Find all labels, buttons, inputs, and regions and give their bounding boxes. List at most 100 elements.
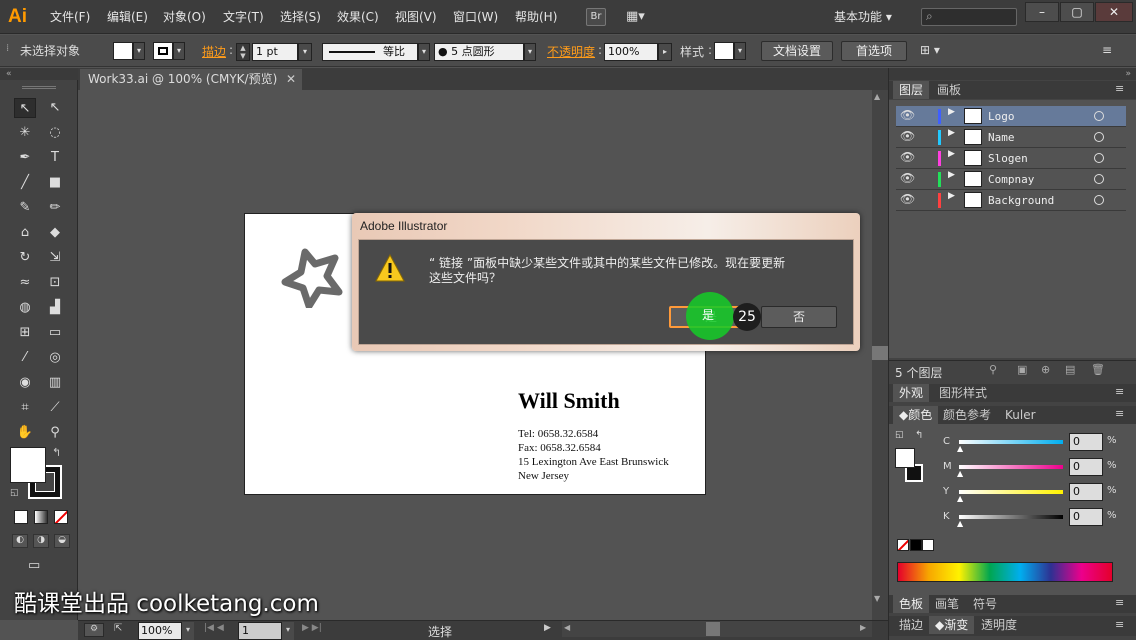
- line-tool-icon[interactable]: ╱: [14, 173, 36, 193]
- appearance-menu-icon[interactable]: ≡: [1115, 385, 1124, 398]
- default-fill-stroke-icon[interactable]: ◱: [10, 488, 19, 498]
- horizontal-scroll-thumb[interactable]: [706, 622, 720, 636]
- preferences-button[interactable]: 首选项: [841, 41, 907, 61]
- artboard-number-field[interactable]: 1: [238, 622, 282, 640]
- opacity-dropdown-icon[interactable]: ▸: [658, 43, 672, 61]
- layer-row-name[interactable]: 👁 ▶ Name: [896, 127, 1126, 148]
- horizontal-scrollbar[interactable]: ◀ ▶: [562, 621, 872, 637]
- color-panel-menu-icon[interactable]: ≡: [1115, 407, 1124, 420]
- lasso-tool-icon[interactable]: ◌: [44, 123, 66, 143]
- stroke-weight-dropdown-icon[interactable]: ▾: [298, 43, 312, 61]
- tab-color-guide[interactable]: 颜色参考: [937, 406, 997, 424]
- eyedropper-tool-icon[interactable]: ⁄: [14, 348, 36, 368]
- tab-layers[interactable]: 图层: [893, 81, 930, 99]
- cyan-input[interactable]: 0: [1069, 433, 1103, 451]
- search-input[interactable]: ⌕: [921, 8, 1017, 26]
- gradient-tool-icon[interactable]: ▭: [44, 323, 66, 343]
- vertical-scroll-thumb[interactable]: [872, 346, 888, 360]
- perspective-grid-tool-icon[interactable]: ▟: [44, 298, 66, 318]
- expand-arrow-icon[interactable]: ▶: [948, 107, 955, 117]
- status-menu-icon[interactable]: ▶: [544, 623, 551, 633]
- draw-behind-icon[interactable]: ◑: [33, 534, 49, 548]
- target-icon[interactable]: [1094, 153, 1104, 163]
- scale-tool-icon[interactable]: ⇲: [44, 248, 66, 268]
- magenta-input[interactable]: 0: [1069, 458, 1103, 476]
- arrange-documents-icon[interactable]: ▦▾: [626, 9, 652, 25]
- mesh-tool-icon[interactable]: ⊞: [14, 323, 36, 343]
- blob-brush-tool-icon[interactable]: ⌂: [14, 223, 36, 243]
- cyan-slider-handle-icon[interactable]: ▲: [957, 444, 963, 453]
- target-icon[interactable]: [1094, 111, 1104, 121]
- brush-dropdown-icon[interactable]: ▾: [524, 43, 536, 61]
- magic-wand-tool-icon[interactable]: ✳: [14, 123, 36, 143]
- none-mode-icon[interactable]: [54, 510, 68, 524]
- new-sublayer-icon[interactable]: ⊕: [1041, 363, 1050, 376]
- layer-row-compnay[interactable]: 👁 ▶ Compnay: [896, 169, 1126, 190]
- tab-brushes[interactable]: 画笔: [929, 595, 965, 613]
- visibility-eye-icon[interactable]: 👁: [900, 129, 915, 143]
- profile-dropdown-icon[interactable]: ▾: [418, 43, 430, 61]
- visibility-eye-icon[interactable]: 👁: [900, 108, 915, 122]
- selection-tool-icon[interactable]: ↖: [14, 98, 36, 118]
- menu-object[interactable]: 对象(O): [163, 0, 206, 34]
- draw-inside-icon[interactable]: ◒: [54, 534, 70, 548]
- stroke-swatch[interactable]: [153, 42, 173, 60]
- eraser-tool-icon[interactable]: ◆: [44, 223, 66, 243]
- graphic-style-swatch[interactable]: [714, 42, 734, 60]
- tab-appearance[interactable]: 外观: [893, 384, 930, 402]
- workspace-switcher[interactable]: 基本功能 ▾: [834, 0, 892, 34]
- tab-color[interactable]: ◆颜色: [893, 406, 939, 424]
- rectangle-tool-icon[interactable]: ■: [44, 173, 66, 193]
- black-input[interactable]: 0: [1069, 508, 1103, 526]
- magenta-slider-handle-icon[interactable]: ▲: [957, 469, 963, 478]
- menu-window[interactable]: 窗口(W): [453, 0, 498, 34]
- draw-normal-icon[interactable]: ◐: [12, 534, 28, 548]
- status-options-icon[interactable]: ⚙: [84, 623, 104, 637]
- artboard-dropdown-icon[interactable]: ▾: [282, 622, 294, 640]
- layer-name[interactable]: Compnay: [988, 169, 1034, 190]
- cyan-slider[interactable]: [959, 440, 1063, 444]
- panel-menu-icon[interactable]: ≡: [1102, 43, 1112, 57]
- layers-panel-menu-icon[interactable]: ≡: [1115, 82, 1124, 95]
- layer-name[interactable]: Name: [988, 127, 1015, 148]
- opacity-input[interactable]: 100%: [604, 43, 658, 61]
- brush-definition[interactable]: ● 5 点圆形: [434, 43, 524, 61]
- last-artboard-icon[interactable]: ▶ ▶|: [302, 623, 322, 633]
- document-setup-button[interactable]: 文档设置: [761, 41, 833, 61]
- fill-color-box[interactable]: [10, 447, 46, 483]
- layer-name[interactable]: Slogen: [988, 148, 1028, 169]
- tab-gradient[interactable]: ◆渐变: [929, 616, 975, 634]
- hand-tool-icon[interactable]: ✋: [14, 423, 36, 443]
- menu-type[interactable]: 文字(T): [223, 0, 264, 34]
- visibility-eye-icon[interactable]: 👁: [900, 171, 915, 185]
- scroll-right-icon[interactable]: ▶: [860, 623, 866, 632]
- fill-swatch[interactable]: [113, 42, 133, 60]
- swap-fill-stroke-icon[interactable]: ↰: [52, 446, 61, 459]
- layer-row-logo[interactable]: 👁 ▶ Logo: [896, 106, 1126, 127]
- stroke-stepper[interactable]: ▲ ▼: [236, 43, 250, 61]
- tab-swatches[interactable]: 色板: [893, 595, 930, 613]
- expand-arrow-icon[interactable]: ▶: [948, 170, 955, 180]
- color-spectrum-bar[interactable]: [897, 562, 1113, 582]
- close-tab-icon[interactable]: ✕: [286, 69, 296, 90]
- tab-kuler[interactable]: Kuler: [999, 406, 1042, 424]
- color-mode-icon[interactable]: [14, 510, 28, 524]
- gradient-mode-icon[interactable]: [34, 510, 48, 524]
- zoom-field[interactable]: 100%: [138, 622, 182, 640]
- direct-selection-tool-icon[interactable]: ↖: [44, 98, 66, 118]
- expand-arrow-icon[interactable]: ▶: [948, 149, 955, 159]
- swap-colors-icon[interactable]: ↰: [915, 430, 923, 441]
- scroll-down-icon[interactable]: ▼: [874, 594, 880, 603]
- tab-stroke[interactable]: 描边: [893, 616, 929, 634]
- paintbrush-tool-icon[interactable]: ✎: [14, 198, 36, 218]
- layer-name[interactable]: Logo: [988, 106, 1015, 127]
- none-color-swatch[interactable]: [897, 539, 909, 551]
- pencil-tool-icon[interactable]: ✏: [44, 198, 66, 218]
- stroke-label[interactable]: 描边: [202, 43, 226, 60]
- scroll-left-icon[interactable]: ◀: [564, 623, 570, 632]
- default-colors-icon[interactable]: ◱: [895, 430, 904, 440]
- layer-row-slogen[interactable]: 👁 ▶ Slogen: [896, 148, 1126, 169]
- dock-collapse-icon[interactable]: »: [889, 68, 1136, 80]
- pen-tool-icon[interactable]: ✒: [14, 148, 36, 168]
- stroke-weight-input[interactable]: 1 pt: [252, 43, 298, 61]
